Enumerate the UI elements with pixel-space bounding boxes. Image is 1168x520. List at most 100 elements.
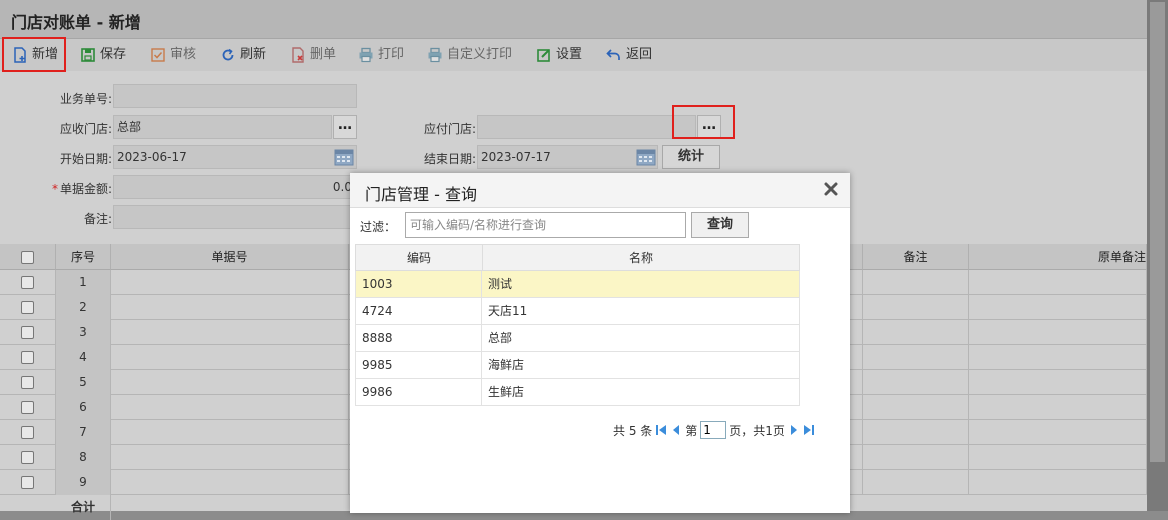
store-name: 天店11 [482, 298, 800, 325]
remark-field[interactable] [113, 205, 357, 229]
amount-field[interactable]: 0.0 [113, 175, 357, 199]
store-row[interactable]: 8888 总部 [355, 325, 800, 352]
printer-icon [358, 47, 374, 63]
vertical-scrollbar[interactable] [1147, 0, 1168, 511]
edit-settings-icon [536, 47, 552, 63]
row-remark [863, 320, 969, 345]
row-select-cell[interactable] [0, 320, 56, 345]
printer-icon [427, 47, 443, 63]
row-remark [863, 445, 969, 470]
row-seq: 2 [56, 295, 111, 320]
recv-store-field[interactable]: 总部 [113, 115, 332, 139]
row-seq: 3 [56, 320, 111, 345]
checkbox[interactable] [21, 276, 34, 289]
page-suffix: 页，共1页 [729, 423, 785, 438]
end-date-label: 结束日期: [423, 152, 476, 166]
checkbox[interactable] [21, 351, 34, 364]
highlight-add-button [2, 37, 66, 72]
row-orig-remark [969, 270, 1147, 295]
row-select-cell[interactable] [0, 295, 56, 320]
refresh-button[interactable]: 刷新 [220, 43, 266, 67]
doc-no-field[interactable] [113, 84, 357, 108]
checkbox[interactable] [21, 451, 34, 464]
header-seq: 序号 [56, 244, 111, 270]
row-doc-no [111, 370, 349, 395]
store-name: 总部 [482, 325, 800, 352]
back-button[interactable]: 返回 [606, 43, 652, 67]
settings-label: 设置 [556, 47, 583, 62]
checkbox[interactable] [21, 476, 34, 489]
page-number-input[interactable] [700, 421, 727, 439]
first-page-icon[interactable] [655, 424, 667, 436]
filter-label: 过滤： [360, 220, 397, 234]
store-row[interactable]: 4724 天店11 [355, 298, 800, 325]
checkbox[interactable] [21, 301, 34, 314]
store-row[interactable]: 9986 生鲜店 [355, 379, 800, 406]
checkbox[interactable] [21, 376, 34, 389]
checkbox[interactable] [21, 251, 34, 264]
row-doc-no [111, 470, 349, 495]
row-select-cell[interactable] [0, 420, 56, 445]
row-select-cell[interactable] [0, 270, 56, 295]
row-select-cell[interactable] [0, 370, 56, 395]
row-doc-no [111, 420, 349, 445]
calendar-icon[interactable] [636, 148, 656, 166]
total-count: 共 5 条 [613, 423, 653, 438]
footer-label: 合计 [56, 495, 111, 520]
row-doc-no [111, 320, 349, 345]
row-seq: 4 [56, 345, 111, 370]
scrollbar-thumb[interactable] [1150, 2, 1165, 462]
store-name: 生鲜店 [482, 379, 800, 406]
pay-store-field[interactable] [477, 115, 696, 139]
filter-input[interactable] [405, 212, 686, 238]
dialog-title: 门店管理 - 查询 [365, 185, 477, 204]
calendar-icon[interactable] [334, 148, 354, 166]
store-row[interactable]: 9985 海鲜店 [355, 352, 800, 379]
audit-label: 审核 [170, 47, 197, 62]
row-remark [863, 420, 969, 445]
column-name: 名称 [482, 244, 800, 271]
checkbox[interactable] [21, 426, 34, 439]
back-label: 返回 [626, 47, 653, 62]
title-bar: 门店对账单 - 新增 [0, 0, 1147, 39]
checkbox[interactable] [21, 401, 34, 414]
end-date-field[interactable]: 2023-07-17 [477, 145, 658, 169]
start-date-label: 开始日期: [59, 152, 112, 166]
row-select-cell[interactable] [0, 445, 56, 470]
next-page-icon[interactable] [788, 424, 800, 436]
last-page-icon[interactable] [803, 424, 815, 436]
store-name: 测试 [482, 271, 800, 298]
row-select-cell[interactable] [0, 345, 56, 370]
recv-store-picker-button[interactable]: … [333, 115, 357, 139]
toolbar: 新增 保存 审核 刷新 删单 打印 自定义打印 设置 返回 [0, 39, 1147, 71]
settings-button[interactable]: 设置 [536, 43, 582, 67]
query-button[interactable]: 查询 [691, 212, 749, 238]
row-orig-remark [969, 420, 1147, 445]
close-icon[interactable] [822, 180, 840, 198]
delete-button[interactable]: 删单 [290, 43, 336, 67]
audit-button[interactable]: 审核 [150, 43, 196, 67]
row-doc-no [111, 395, 349, 420]
store-row[interactable]: 1003 测试 [355, 271, 800, 298]
row-select-cell[interactable] [0, 470, 56, 495]
check-box-icon [150, 47, 166, 63]
header-select-all[interactable] [0, 244, 56, 270]
save-button[interactable]: 保存 [80, 43, 126, 67]
pay-store-label: 应付门店: [423, 122, 476, 136]
checkbox[interactable] [21, 326, 34, 339]
row-remark [863, 295, 969, 320]
delete-label: 删单 [310, 47, 337, 62]
stat-button[interactable]: 统计 [662, 145, 720, 169]
required-marker: * [51, 182, 58, 196]
row-select-cell[interactable] [0, 395, 56, 420]
prev-page-icon[interactable] [670, 424, 682, 436]
column-code: 编码 [355, 244, 483, 271]
row-seq: 7 [56, 420, 111, 445]
print-button[interactable]: 打印 [358, 43, 404, 67]
start-date-field[interactable]: 2023-06-17 [113, 145, 357, 169]
custom-print-button[interactable]: 自定义打印 [427, 43, 512, 67]
row-orig-remark [969, 445, 1147, 470]
amount-label: * 单据金额: [40, 180, 112, 197]
highlight-pay-store-picker [672, 105, 735, 139]
row-orig-remark [969, 320, 1147, 345]
